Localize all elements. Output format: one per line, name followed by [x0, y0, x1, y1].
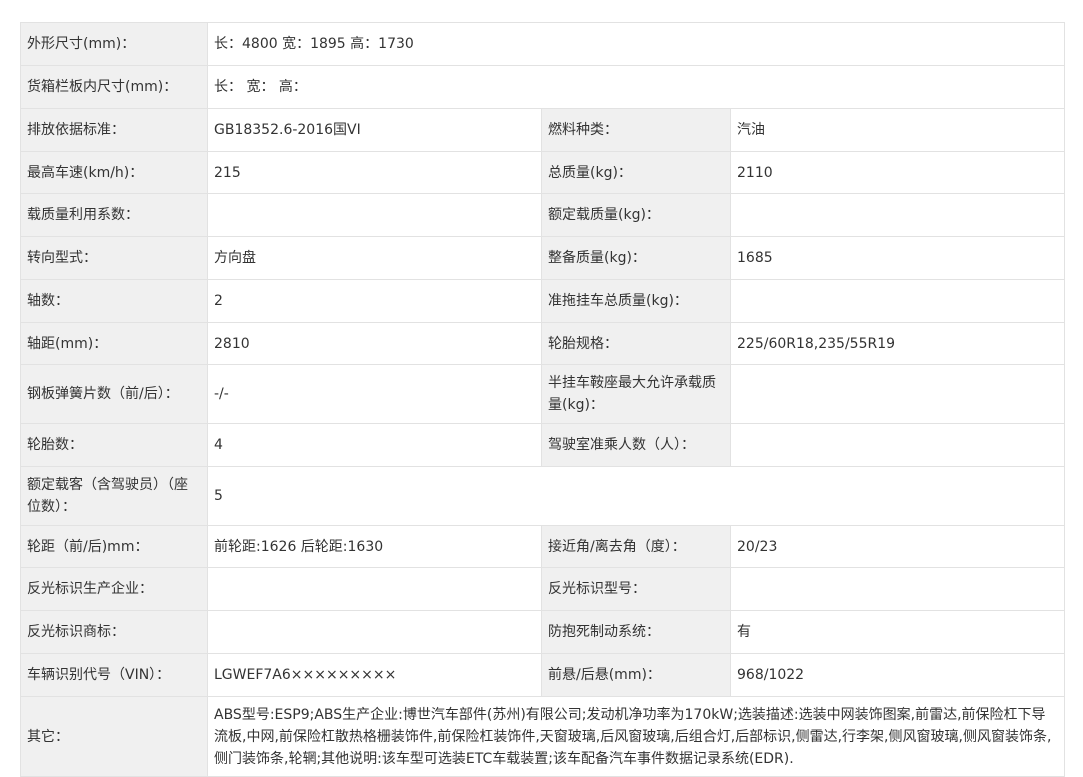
- spec-value: 4: [207, 423, 542, 467]
- spec-value: 汽油: [729, 108, 1066, 152]
- spec-value: [207, 610, 542, 654]
- table-row: 载质量利用系数： 额定载质量(kg)：: [20, 193, 1066, 237]
- spec-label: 驾驶室准乘人数（人）：: [541, 423, 731, 467]
- spec-value: LGWEF7A6×××××××××: [207, 653, 542, 697]
- table-row: 货箱栏板内尺寸(mm)： 长： 宽： 高：: [20, 65, 1066, 109]
- spec-label: 反光标识型号：: [541, 567, 731, 611]
- table-row: 反光标识商标： 防抱死制动系统： 有: [20, 610, 1066, 654]
- vehicle-spec-panel: 外形尺寸(mm)： 长：4800 宽：1895 高：1730 货箱栏板内尺寸(m…: [20, 22, 1066, 777]
- spec-label: 接近角/离去角（度）：: [541, 525, 731, 568]
- spec-value: 长： 宽： 高：: [206, 65, 1066, 109]
- spec-label: 轮距（前/后)mm：: [20, 525, 208, 568]
- spec-label: 整备质量(kg)：: [541, 236, 731, 280]
- spec-value: 前轮距:1626 后轮距:1630: [207, 525, 542, 568]
- spec-value: -/-: [207, 364, 542, 424]
- table-row: 轮距（前/后)mm： 前轮距:1626 后轮距:1630 接近角/离去角（度）：…: [20, 525, 1066, 568]
- table-row: 轮胎数： 4 驾驶室准乘人数（人）：: [20, 423, 1066, 467]
- spec-label: 前悬/后悬(mm)：: [541, 653, 731, 697]
- table-row: 车辆识别代号（VIN）： LGWEF7A6××××××××× 前悬/后悬(mm)…: [20, 653, 1066, 697]
- spec-label: 排放依据标准：: [20, 108, 208, 152]
- spec-value: 215: [207, 151, 542, 194]
- spec-value: [729, 279, 1066, 323]
- table-row: 转向型式： 方向盘 整备质量(kg)： 1685: [20, 236, 1066, 280]
- spec-label: 载质量利用系数：: [20, 193, 208, 237]
- spec-value: [207, 567, 542, 611]
- spec-label: 最高车速(km/h)：: [20, 151, 208, 194]
- spec-label: 轮胎规格：: [541, 322, 731, 365]
- table-row: 外形尺寸(mm)： 长：4800 宽：1895 高：1730: [20, 22, 1066, 66]
- spec-label: 半挂车鞍座最大允许承载质量(kg)：: [541, 364, 731, 424]
- vehicle-spec-table: 外形尺寸(mm)： 长：4800 宽：1895 高：1730 货箱栏板内尺寸(m…: [20, 22, 1066, 777]
- spec-label: 轴距(mm)：: [20, 322, 208, 365]
- spec-label: 额定载质量(kg)：: [541, 193, 731, 237]
- spec-value: ABS型号:ESP9;ABS生产企业:博世汽车部件(苏州)有限公司;发动机净功率…: [206, 696, 1066, 777]
- table-row: 最高车速(km/h)： 215 总质量(kg)： 2110: [20, 151, 1066, 194]
- spec-label: 轮胎数：: [20, 423, 208, 467]
- table-row: 轴数： 2 准拖挂车总质量(kg)：: [20, 279, 1066, 323]
- spec-label: 其它：: [20, 696, 208, 777]
- spec-value: [207, 193, 542, 237]
- spec-value: [729, 423, 1066, 467]
- spec-label: 轴数：: [20, 279, 208, 323]
- spec-value: [729, 567, 1066, 611]
- spec-label: 准拖挂车总质量(kg)：: [541, 279, 731, 323]
- spec-value: 2: [207, 279, 542, 323]
- spec-value: [729, 193, 1066, 237]
- spec-label: 货箱栏板内尺寸(mm)：: [20, 65, 208, 109]
- table-row: 轴距(mm)： 2810 轮胎规格： 225/60R18,235/55R19: [20, 322, 1066, 365]
- spec-label: 防抱死制动系统：: [541, 610, 731, 654]
- spec-label: 转向型式：: [20, 236, 208, 280]
- spec-label: 额定载客（含驾驶员）（座位数）：: [20, 466, 208, 526]
- table-row: 其它： ABS型号:ESP9;ABS生产企业:博世汽车部件(苏州)有限公司;发动…: [20, 696, 1066, 777]
- spec-value: 方向盘: [207, 236, 542, 280]
- spec-label: 钢板弹簧片数（前/后）：: [20, 364, 208, 424]
- spec-value: 968/1022: [729, 653, 1066, 697]
- spec-label: 车辆识别代号（VIN）：: [20, 653, 208, 697]
- spec-label: 反光标识商标：: [20, 610, 208, 654]
- table-row: 反光标识生产企业： 反光标识型号：: [20, 567, 1066, 611]
- spec-label: 外形尺寸(mm)：: [20, 22, 208, 66]
- spec-value: 1685: [729, 236, 1066, 280]
- spec-value: 20/23: [729, 525, 1066, 568]
- spec-label: 总质量(kg)：: [541, 151, 731, 194]
- spec-value: [729, 364, 1066, 424]
- table-row: 排放依据标准： GB18352.6-2016国VI 燃料种类： 汽油: [20, 108, 1066, 152]
- spec-value: 2110: [729, 151, 1066, 194]
- table-row: 额定载客（含驾驶员）（座位数）： 5: [20, 466, 1066, 526]
- spec-value: 225/60R18,235/55R19: [729, 322, 1066, 365]
- spec-value: 长：4800 宽：1895 高：1730: [206, 22, 1066, 66]
- spec-value: GB18352.6-2016国VI: [207, 108, 542, 152]
- spec-label: 反光标识生产企业：: [20, 567, 208, 611]
- spec-label: 燃料种类：: [541, 108, 731, 152]
- spec-value: 2810: [207, 322, 542, 365]
- spec-value: 有: [729, 610, 1066, 654]
- table-row: 钢板弹簧片数（前/后）： -/- 半挂车鞍座最大允许承载质量(kg)：: [20, 364, 1066, 424]
- spec-value: 5: [206, 466, 1066, 526]
